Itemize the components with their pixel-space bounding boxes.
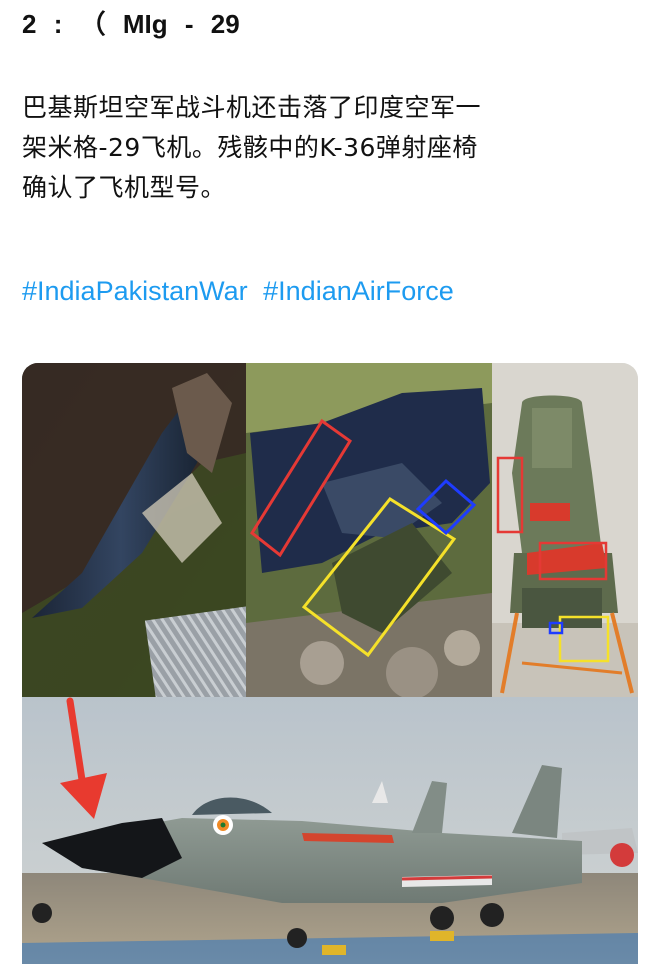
- tweet-media-grid[interactable]: [22, 363, 638, 964]
- wreckage-annotated-photo: [246, 363, 492, 699]
- tweet-body-line: 巴基斯坦空军战斗机还击落了印度空军一: [22, 93, 482, 122]
- tweet-body-line: 确认了飞机型号。: [22, 173, 227, 202]
- tweet-body-line: 架米格-29飞机。残骸中的K-36弹射座椅: [22, 133, 478, 162]
- wreck-closeup-photo: [22, 363, 267, 710]
- hashtag-india-pakistan-war[interactable]: #IndiaPakistanWar: [22, 276, 248, 306]
- hashtag-indian-air-force[interactable]: #IndianAirForce: [263, 276, 454, 306]
- header-dash: -: [184, 9, 194, 39]
- header-colon: :: [53, 9, 63, 39]
- mig29-parked-photo: [22, 697, 638, 964]
- header-paren: （: [79, 9, 106, 39]
- tweet-header: 2 : （ MIg - 29: [22, 4, 250, 44]
- header-number: 2: [22, 9, 37, 39]
- header-model-number: 29: [210, 9, 240, 39]
- header-model: MIg: [122, 9, 168, 39]
- hashtag-row: #IndiaPakistanWar #IndianAirForce: [22, 276, 462, 307]
- tweet-body: 巴基斯坦空军战斗机还击落了印度空军一 架米格-29飞机。残骸中的K-36弹射座椅…: [22, 88, 642, 208]
- ejection-seat-photo: [492, 363, 638, 697]
